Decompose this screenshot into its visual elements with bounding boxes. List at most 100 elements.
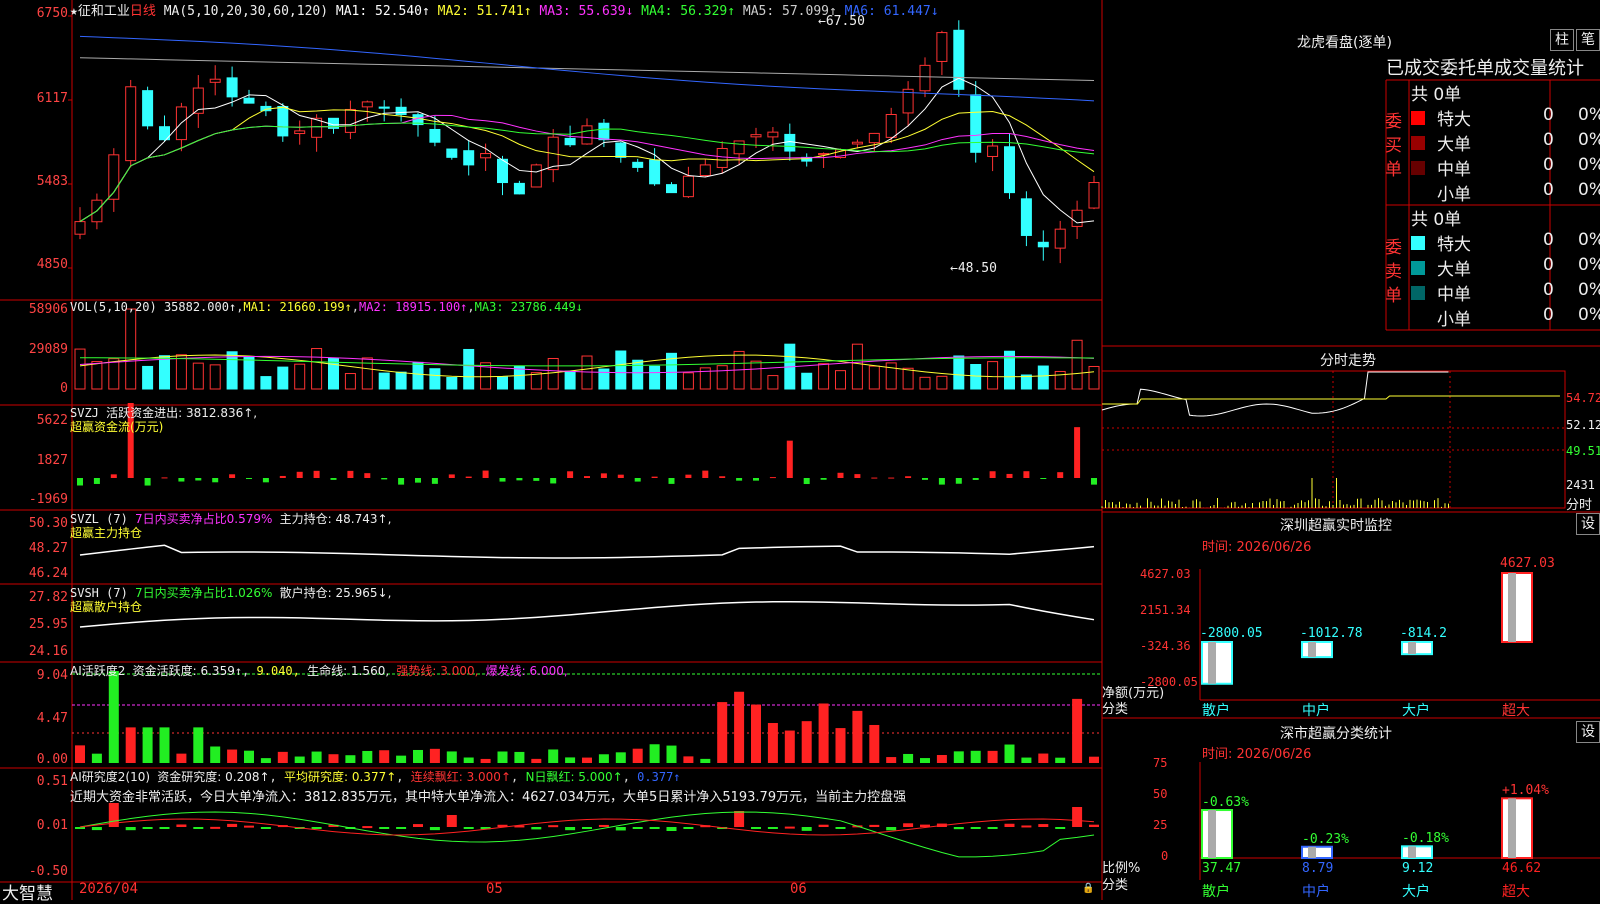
- research-bar: [413, 824, 423, 827]
- research-bar: [801, 827, 812, 831]
- classify-category: 散户: [1202, 884, 1230, 900]
- candle-body: [226, 77, 238, 98]
- ma-value-4: MA4: 56.329↑: [633, 4, 736, 19]
- lhb-row-label: 大单: [1437, 260, 1471, 280]
- candle-body: [1088, 182, 1100, 209]
- research-bar: [75, 827, 85, 829]
- activity-bar: [125, 727, 136, 763]
- volume-bar: [175, 354, 187, 390]
- lock-icon[interactable]: 🔒: [1082, 883, 1094, 894]
- research-bar: [784, 826, 795, 829]
- vol-axis-tick: 0: [60, 381, 68, 396]
- ma-value-2: MA2: 51.741↑: [429, 4, 532, 19]
- candle-body: [581, 125, 593, 145]
- volume-bar: [936, 375, 948, 390]
- activity-bar: [1004, 744, 1015, 763]
- flow-bar: [465, 476, 472, 478]
- volume-bar: [159, 355, 170, 390]
- ai-active-strong: 强势线: 3.000,: [396, 664, 479, 678]
- flow-bar: [634, 478, 641, 482]
- research-bar: [548, 825, 559, 828]
- activity-bar: [1055, 757, 1066, 763]
- activity-bar: [987, 750, 998, 763]
- research-bar: [396, 827, 407, 829]
- price-axis-tick: 5483: [36, 174, 68, 189]
- lhb-row-percent: 0%: [1578, 155, 1600, 175]
- volume-bar: [125, 308, 137, 390]
- classify-axis-tick: 50: [1153, 787, 1168, 801]
- candle-body: [530, 164, 542, 188]
- svzl-axis-tick: 48.27: [28, 541, 68, 556]
- research-bar: [565, 827, 576, 831]
- flow-bar: [719, 476, 726, 478]
- sell-total: 共 0单: [1411, 210, 1462, 230]
- research-bar: [632, 827, 643, 829]
- bar-mode-button[interactable]: 柱: [1550, 29, 1574, 51]
- lhb-row-label: 大单: [1437, 135, 1471, 155]
- tick-mode-button[interactable]: 笔: [1576, 29, 1600, 51]
- flow-bar: [600, 473, 607, 478]
- classify-settings-button[interactable]: 设: [1576, 721, 1600, 743]
- research-bar: [751, 827, 761, 829]
- flow-bar: [77, 478, 83, 486]
- research-bar: [1021, 825, 1032, 828]
- period-label[interactable]: 日线: [130, 4, 156, 19]
- activity-bar: [666, 745, 677, 763]
- flow-bar: [381, 478, 388, 480]
- favorite-star-icon[interactable]: ★: [70, 4, 78, 19]
- flow-bar: [296, 471, 303, 478]
- monitor-axis-tick: -324.36: [1140, 639, 1191, 653]
- volume-bar: [1020, 374, 1032, 390]
- flow-bar: [989, 471, 996, 478]
- volume-bar: [716, 365, 728, 390]
- activity-bar: [244, 750, 254, 763]
- research-bar: [987, 827, 998, 829]
- flow-bar: [93, 478, 100, 484]
- classify-bar-value: 8.79: [1302, 861, 1334, 876]
- volume-bar: [530, 372, 542, 390]
- candle-body: [209, 78, 221, 83]
- research-bar: [649, 827, 660, 829]
- classify-bar: [1201, 809, 1233, 859]
- x-axis-start: 2026/04: [79, 881, 139, 897]
- monitor-bar-value: -814.2: [1400, 626, 1447, 641]
- flow-bar: [702, 470, 709, 478]
- legend-swatch: [1411, 186, 1425, 200]
- stock-name[interactable]: 征和工业: [78, 4, 130, 19]
- volume-bar: [987, 361, 999, 390]
- ai-active-name: AI活跃度2: [70, 664, 126, 678]
- activity-bar: [362, 750, 373, 763]
- monitor-bar: [1501, 572, 1533, 643]
- flow-bar: [668, 478, 675, 484]
- price-axis-tick: 6750: [36, 6, 68, 21]
- candle-body: [885, 114, 897, 138]
- flow-bar: [1091, 478, 1097, 485]
- volume-bar: [547, 357, 559, 390]
- activity-bar: [294, 756, 305, 763]
- research-bar: [429, 827, 440, 831]
- flow-bar: [516, 478, 523, 481]
- flow-bar: [753, 478, 759, 481]
- research-bar: [463, 827, 474, 829]
- research-bar: [1089, 824, 1099, 827]
- candle-body: [699, 164, 711, 177]
- classify-axis-tick: 0: [1161, 849, 1169, 863]
- legend-swatch: [1411, 111, 1425, 125]
- candle-body: [598, 122, 610, 141]
- candle-body: [733, 140, 745, 155]
- research-bar: [970, 827, 981, 829]
- activity-bar: [108, 671, 119, 763]
- volume-bar: [1088, 365, 1100, 390]
- flow-bar: [347, 470, 354, 478]
- monitor-settings-button[interactable]: 设: [1576, 513, 1600, 535]
- intraday-axis-tick: 49.51: [1566, 444, 1600, 458]
- flow-bar: [1057, 472, 1064, 478]
- classify-bar-diff: -0.18%: [1402, 831, 1449, 847]
- research-bar: [210, 826, 221, 829]
- svzj-subtitle: 超赢资金流(万元): [70, 420, 164, 434]
- chart-canvas[interactable]: [0, 0, 1600, 900]
- volume-bar: [344, 373, 356, 390]
- svzj-axis-tick: 1827: [36, 453, 68, 468]
- svsh-axis-tick: 24.16: [28, 644, 68, 659]
- volume-bar: [142, 365, 154, 390]
